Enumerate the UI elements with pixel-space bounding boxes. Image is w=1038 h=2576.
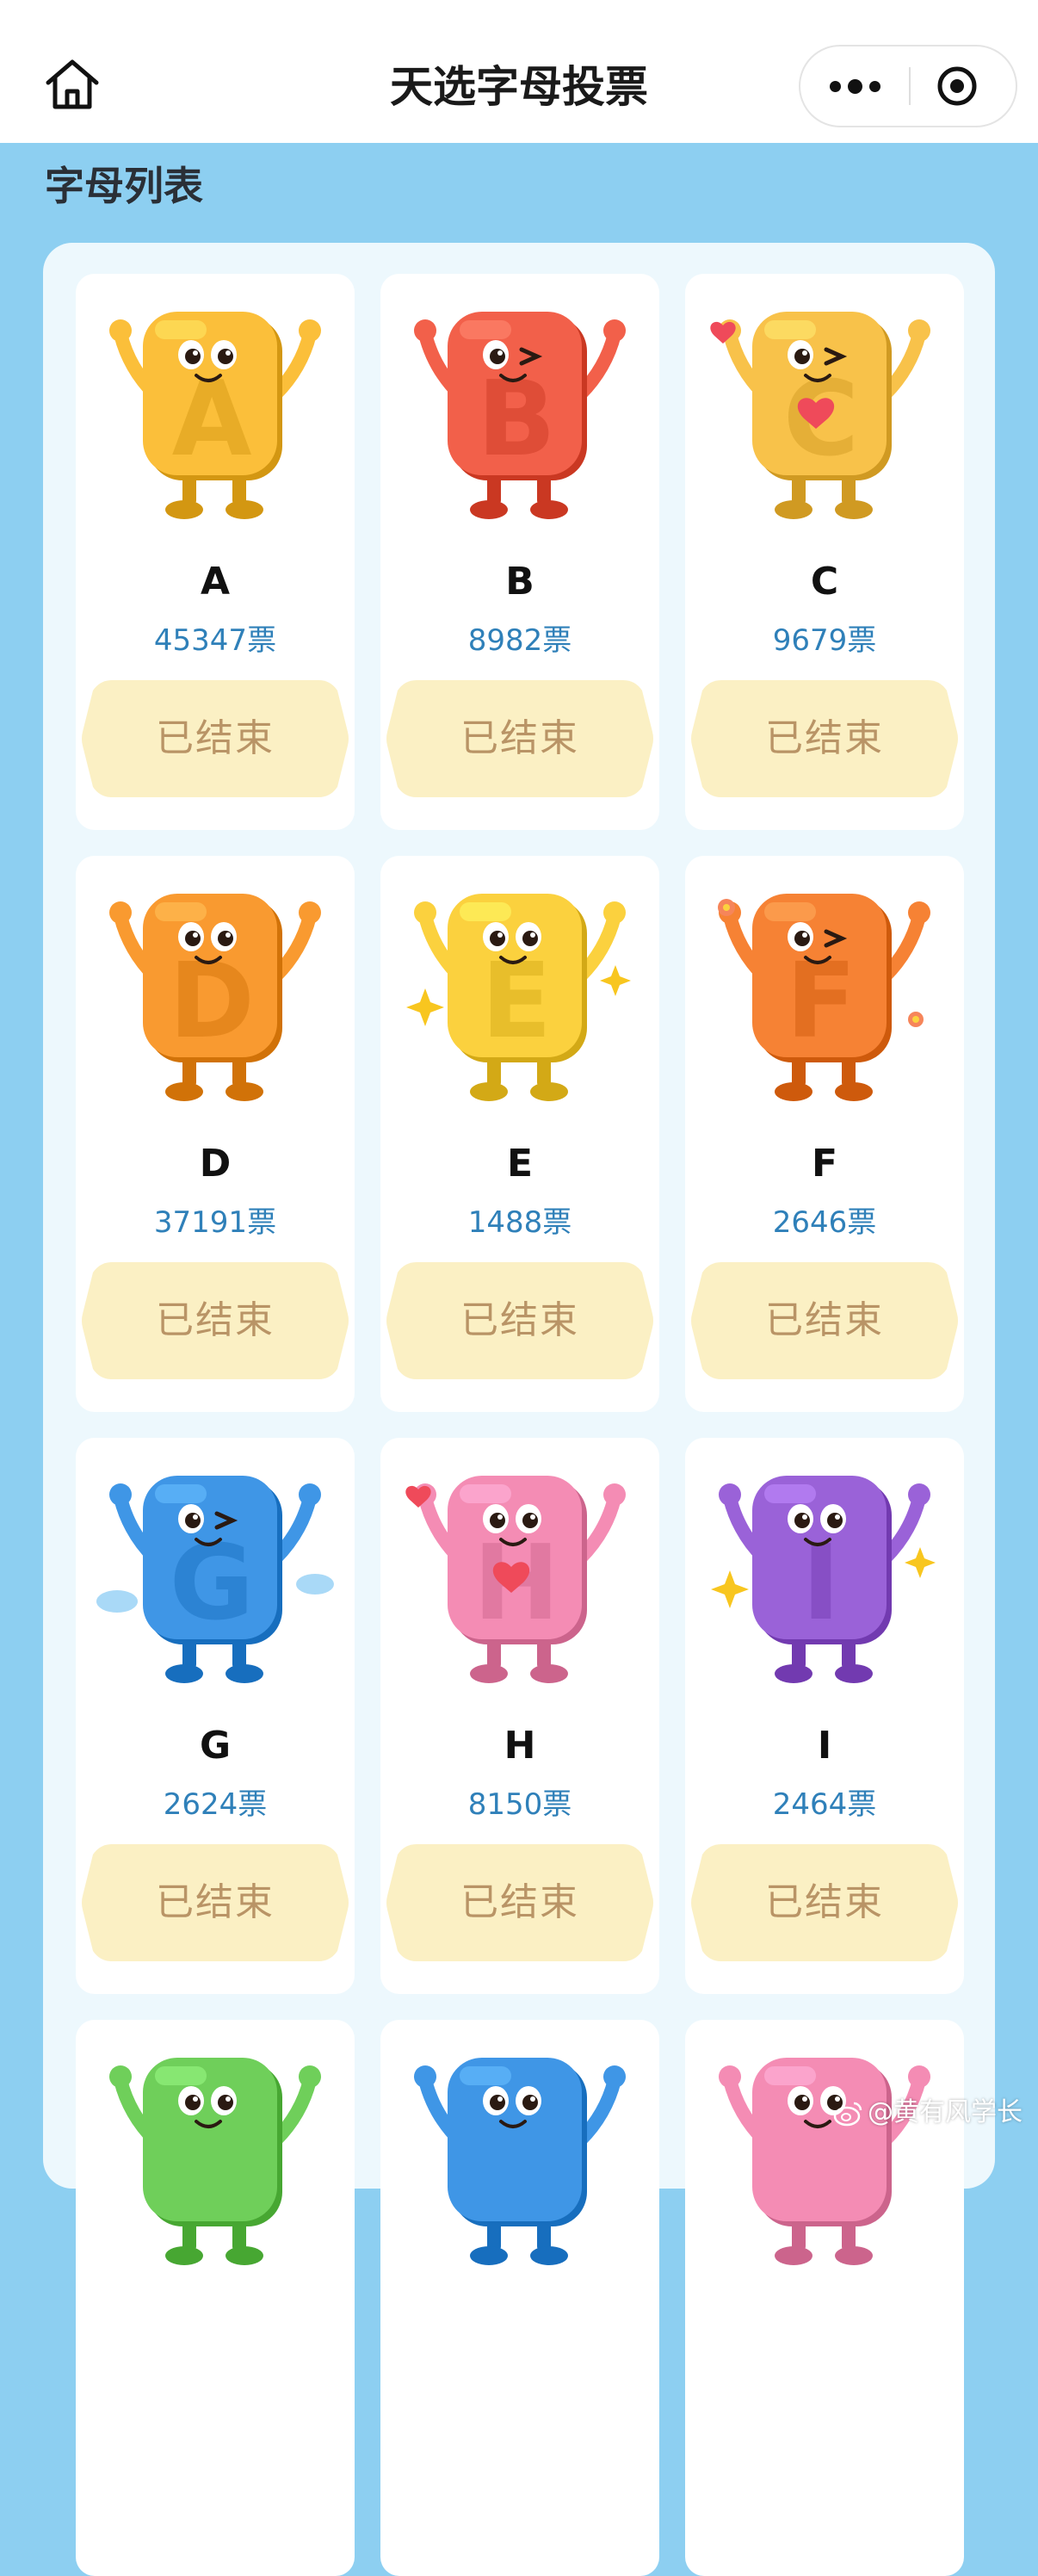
target-close-icon[interactable] xyxy=(936,65,978,107)
letter-mascot-image: B xyxy=(414,312,626,519)
letter-card[interactable]: G G 2624票已结束 xyxy=(76,1438,355,1994)
ended-button[interactable]: 已结束 xyxy=(690,1260,959,1381)
ended-button[interactable]: 已结束 xyxy=(81,1260,349,1381)
ended-button-label: 已结束 xyxy=(156,1298,275,1342)
ended-button-label: 已结束 xyxy=(765,1298,884,1342)
svg-text:G: G xyxy=(170,1524,255,1644)
letter-card[interactable] xyxy=(380,2020,659,2576)
ended-button[interactable]: 已结束 xyxy=(81,678,349,799)
letter-card[interactable]: F F 2646票已结束 xyxy=(685,856,964,1412)
vote-count: 37191票 xyxy=(153,1205,277,1240)
section-title: 字母列表 xyxy=(45,163,203,209)
letter-card[interactable]: I I 2464票已结束 xyxy=(685,1438,964,1994)
letter-card[interactable]: E E 1488票已结束 xyxy=(380,856,659,1412)
ended-button-label: 已结束 xyxy=(156,1880,275,1924)
letter-name: E xyxy=(506,1142,534,1186)
letter-name: H xyxy=(504,1724,536,1768)
svg-text:F: F xyxy=(786,942,856,1062)
letter-name: A xyxy=(200,560,231,604)
ended-button[interactable]: 已结束 xyxy=(690,678,959,799)
ended-button[interactable]: 已结束 xyxy=(386,678,654,799)
vote-count: 8150票 xyxy=(467,1787,572,1822)
vote-count: 2464票 xyxy=(772,1787,877,1822)
vote-count: 45347票 xyxy=(153,623,277,658)
vote-count: 2624票 xyxy=(163,1787,268,1822)
ended-button-label: 已结束 xyxy=(765,716,884,760)
weibo-icon xyxy=(833,2102,862,2127)
letter-name: G xyxy=(199,1724,232,1768)
watermark-text: @黄有风学长 xyxy=(868,2097,1023,2127)
ended-button-label: 已结束 xyxy=(765,1880,884,1924)
letter-mascot-image: H xyxy=(405,1476,626,1683)
letter-mascot-image: F xyxy=(718,894,930,1101)
letter-mascot-image: D xyxy=(109,894,321,1101)
ended-button[interactable]: 已结束 xyxy=(690,1842,959,1963)
mini-program-capsule xyxy=(799,45,1017,127)
ended-button[interactable]: 已结束 xyxy=(386,1260,654,1381)
letter-card[interactable]: B B 8982票已结束 xyxy=(380,274,659,830)
more-dots-icon[interactable] xyxy=(800,46,909,126)
ended-button-label: 已结束 xyxy=(156,716,275,760)
svg-text:D: D xyxy=(169,942,255,1062)
ended-button[interactable]: 已结束 xyxy=(386,1842,654,1963)
letter-mascot-image: C xyxy=(710,312,930,519)
svg-text:E: E xyxy=(481,942,552,1062)
letter-name: B xyxy=(505,560,534,604)
letter-mascot-image: G xyxy=(96,1476,334,1683)
vote-count: 8982票 xyxy=(467,623,572,658)
svg-text:B: B xyxy=(477,360,555,480)
letter-mascot-image: A xyxy=(109,312,321,519)
svg-text:A: A xyxy=(172,360,252,480)
letter-mascot-image xyxy=(414,2058,626,2265)
letter-mascot-image: I xyxy=(711,1476,936,1683)
ended-button-label: 已结束 xyxy=(460,716,579,760)
letter-mascot-image: E xyxy=(406,894,631,1101)
letter-mascot-image xyxy=(109,2058,321,2265)
letter-name: F xyxy=(811,1142,838,1186)
ended-button-label: 已结束 xyxy=(460,1298,579,1342)
ended-button-label: 已结束 xyxy=(460,1880,579,1924)
top-nav-bar: 天选字母投票 xyxy=(0,0,1038,143)
letter-card[interactable]: HH 8150票已结束 xyxy=(380,1438,659,1994)
letter-name: I xyxy=(817,1724,832,1768)
ended-button[interactable]: 已结束 xyxy=(81,1842,349,1963)
vote-count: 9679票 xyxy=(772,623,877,658)
vote-count: 2646票 xyxy=(772,1205,877,1240)
letter-card[interactable]: A A 45347票已结束 xyxy=(76,274,355,830)
letter-card[interactable]: CC 9679票已结束 xyxy=(685,274,964,830)
letter-name: D xyxy=(199,1142,232,1186)
vote-count: 1488票 xyxy=(467,1205,572,1240)
letter-card[interactable] xyxy=(76,2020,355,2576)
capsule-divider xyxy=(909,67,911,105)
letter-mascot-image xyxy=(719,2058,930,2265)
letter-name: C xyxy=(810,560,839,604)
letter-card[interactable]: D D 37191票已结束 xyxy=(76,856,355,1412)
